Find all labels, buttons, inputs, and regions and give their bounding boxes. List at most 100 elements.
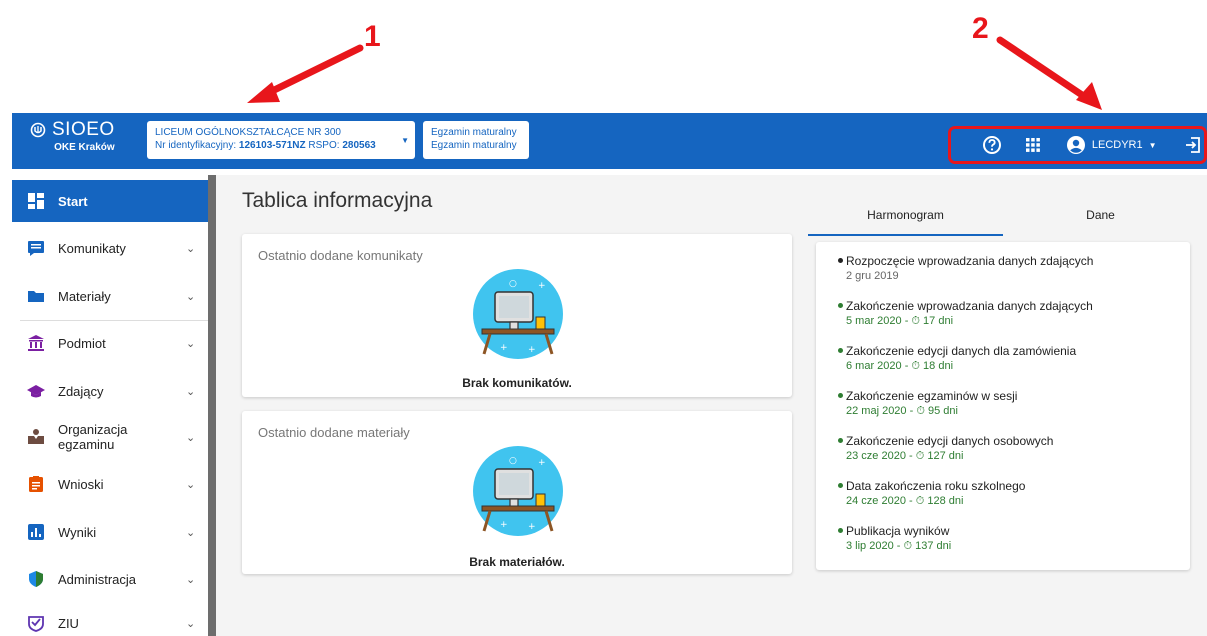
sidebar-item-label: Administracja xyxy=(58,571,137,587)
timeline-dot-icon xyxy=(838,258,843,263)
organization-icon xyxy=(26,427,46,447)
sidebar-item-ziu[interactable]: ZIU ⌄ xyxy=(12,606,208,636)
sidebar-item-label: Wyniki xyxy=(58,524,97,540)
tab-harmonogram[interactable]: Harmonogram xyxy=(808,193,1003,237)
schedule-item: Publikacja wyników 3 lip 2020 - ⏱ 137 dni xyxy=(838,524,1166,553)
account-circle-icon xyxy=(1066,136,1085,154)
sidebar-scrollbar[interactable] xyxy=(208,175,216,636)
app-logo[interactable]: SIOEO OKE Kraków xyxy=(30,119,115,153)
username: LECDYR1 xyxy=(1091,139,1143,151)
chevron-down-icon: ⌄ xyxy=(186,290,196,303)
schedule-item-date: 22 maj 2020 - ⏱ 95 dni xyxy=(846,405,958,417)
empty-message: Brak materiałów. xyxy=(469,555,565,569)
logout-icon xyxy=(1186,137,1201,153)
timeline-dot-icon xyxy=(838,393,843,398)
school-rspo-label: RSPO: xyxy=(305,140,343,151)
chevron-down-icon: ⌄ xyxy=(186,431,196,444)
logo-emblem-icon xyxy=(30,122,46,138)
school-select[interactable]: LICEUM OGÓLNOKSZTAŁCĄCE NR 300 Nr identy… xyxy=(147,121,415,159)
schedule-item: Zakończenie egzaminów w sesji 22 maj 2020… xyxy=(838,389,1166,418)
sidebar-divider xyxy=(20,320,208,321)
chevron-down-icon: ⌄ xyxy=(186,385,196,398)
top-bar: SIOEO OKE Kraków LICEUM OGÓLNOKSZTAŁCĄCE… xyxy=(12,113,1207,169)
chevron-down-icon: ⌄ xyxy=(186,526,196,539)
school-id-label: Nr identyfikacyjny: xyxy=(155,140,239,151)
schedule-item-title: Zakończenie egzaminów w sesji xyxy=(846,389,1018,403)
sidebar-item-label: Komunikaty xyxy=(58,240,126,256)
sidebar-item-materialy[interactable]: Materiały ⌄ xyxy=(12,275,208,317)
svg-text:+: + xyxy=(528,345,536,355)
sidebar-item-label: Zdający xyxy=(58,383,104,399)
sidebar-item-start[interactable]: Start xyxy=(12,180,208,222)
user-toolbar: LECDYR1 ▼ xyxy=(948,126,1207,164)
exam-select[interactable]: Egzamin maturalny Egzamin maturalny xyxy=(423,121,529,159)
chevron-down-icon: ▼ xyxy=(1148,140,1157,150)
chevron-down-icon: ⌄ xyxy=(186,617,196,630)
sidebar-item-organizacja[interactable]: Organizacja egzaminu ⌄ xyxy=(12,415,208,459)
timeline-dot-icon xyxy=(838,438,843,443)
schedule-item: Zakończenie edycji danych osobowych 23 cz… xyxy=(838,434,1166,463)
chevron-down-icon: ⌄ xyxy=(186,337,196,350)
help-icon xyxy=(982,136,1001,154)
sidebar-nav: Start Komunikaty ⌄ Materiały ⌄ Podmiot ⌄ xyxy=(12,175,208,636)
school-name: LICEUM OGÓLNOKSZTAŁCĄCE NR 300 xyxy=(155,127,341,138)
school-identifiers: Nr identyfikacyjny: 126103-571NZ RSPO: 2… xyxy=(155,139,407,152)
sidebar-item-zdajacy[interactable]: Zdający ⌄ xyxy=(12,370,208,412)
schedule-item-date: 6 mar 2020 - ⏱ 18 dni xyxy=(846,360,954,372)
apps-button[interactable] xyxy=(1022,133,1043,157)
chevron-down-icon: ⌄ xyxy=(186,573,196,586)
svg-text:○: ○ xyxy=(509,456,517,466)
svg-text:+: + xyxy=(528,522,536,532)
schedule-item-date: 24 cze 2020 - ⏱ 128 dni xyxy=(846,495,964,507)
svg-text:○: ○ xyxy=(509,279,517,289)
folder-icon xyxy=(26,286,46,306)
schedule-item: Zakończenie edycji danych dla zamówienia… xyxy=(838,344,1166,373)
app-subtitle: OKE Kraków xyxy=(54,142,115,153)
app-name: SIOEO xyxy=(52,119,115,140)
help-button[interactable] xyxy=(981,133,1002,157)
svg-text:+: + xyxy=(500,520,508,530)
schedule-item-date: 5 mar 2020 - ⏱ 17 dni xyxy=(846,315,954,327)
schedule-tabs: Harmonogram Dane xyxy=(808,193,1198,237)
exam-line-2: Egzamin maturalny xyxy=(431,140,517,151)
schedule-card: Rozpoczęcie wprowadzania danych zdającyc… xyxy=(816,242,1190,570)
apps-grid-icon xyxy=(1026,138,1041,152)
sidebar-item-label: Wnioski xyxy=(58,476,104,492)
empty-desk-illustration: ○ + + + xyxy=(473,269,563,359)
tab-dane[interactable]: Dane xyxy=(1003,193,1198,237)
schedule-item-title: Zakończenie edycji danych osobowych xyxy=(846,434,1054,448)
school-rspo-value: 280563 xyxy=(342,140,376,151)
schedule-item: Rozpoczęcie wprowadzania danych zdającyc… xyxy=(838,254,1166,283)
screenshot-stage: 1 2 SIOEO OKE Kraków LICEUM OGÓLNOKSZTAŁ… xyxy=(0,0,1207,636)
annotation-number-2: 2 xyxy=(972,12,989,45)
bar-chart-icon xyxy=(26,522,46,542)
empty-desk-illustration: ○ + + + xyxy=(473,446,563,536)
logout-button[interactable] xyxy=(1183,133,1204,157)
annotation-number-1: 1 xyxy=(364,20,381,53)
user-menu-button[interactable]: LECDYR1 ▼ xyxy=(1066,135,1157,155)
active-tab-indicator xyxy=(808,234,1003,236)
card-title: Ostatnio dodane komunikaty xyxy=(258,248,423,263)
schedule-item-title: Rozpoczęcie wprowadzania danych zdającyc… xyxy=(846,254,1094,268)
sidebar-item-podmiot[interactable]: Podmiot ⌄ xyxy=(12,322,208,364)
sidebar-item-wyniki[interactable]: Wyniki ⌄ xyxy=(12,511,208,553)
annotation-arrowhead-2 xyxy=(1076,82,1102,110)
svg-text:+: + xyxy=(500,343,508,353)
sidebar-item-komunikaty[interactable]: Komunikaty ⌄ xyxy=(12,227,208,269)
sidebar-item-wnioski[interactable]: Wnioski ⌄ xyxy=(12,463,208,505)
timeline-dot-icon xyxy=(838,303,843,308)
chevron-down-icon: ▼ xyxy=(401,136,409,145)
sidebar-item-administracja[interactable]: Administracja ⌄ xyxy=(12,558,208,600)
school-id-value: 126103-571NZ xyxy=(238,140,306,151)
sidebar-item-label: ZIU xyxy=(58,615,79,631)
page-title: Tablica informacyjna xyxy=(242,189,433,212)
main-content: Tablica informacyjna Ostatnio dodane kom… xyxy=(216,175,1207,636)
annotation-arrowhead-1 xyxy=(247,82,280,103)
schedule-item-date: 2 gru 2019 xyxy=(846,270,899,282)
sidebar-item-label: Podmiot xyxy=(58,335,106,351)
exam-line-1: Egzamin maturalny xyxy=(431,127,517,138)
chevron-down-icon: ⌄ xyxy=(186,478,196,491)
shield-icon xyxy=(26,569,46,589)
card-title: Ostatnio dodane materiały xyxy=(258,425,410,440)
timeline-dot-icon xyxy=(838,528,843,533)
